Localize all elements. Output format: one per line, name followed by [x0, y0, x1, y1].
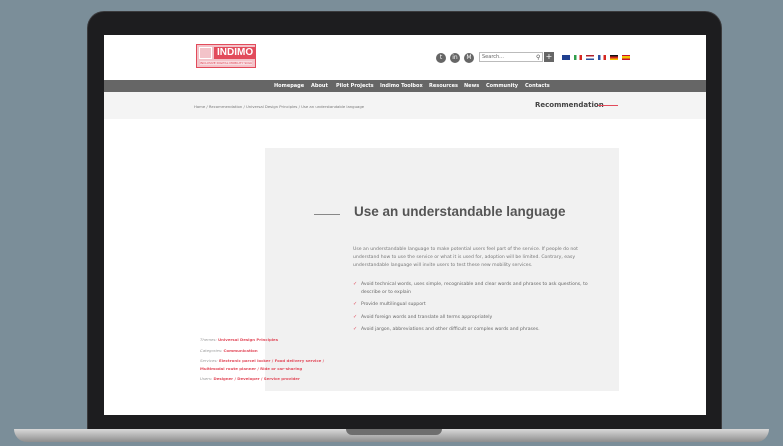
- flag-nl-icon[interactable]: [586, 55, 594, 60]
- meta-label: Services:: [200, 358, 218, 363]
- flag-en-icon[interactable]: [562, 55, 570, 60]
- page-title: Use an understandable language: [354, 204, 566, 219]
- categories-link[interactable]: Communication: [224, 348, 258, 353]
- flag-de-icon[interactable]: [610, 55, 618, 60]
- meta-label: Users:: [200, 376, 213, 381]
- main-nav: Homepage About Pilot Projects Indimo Too…: [104, 80, 706, 92]
- expand-search-button[interactable]: +: [544, 52, 554, 62]
- check-icon: ✓: [353, 326, 358, 332]
- services-links[interactable]: Electronic parcel locker / Food delivery…: [200, 358, 324, 371]
- list-item-text: Provide multilingual support: [361, 302, 426, 307]
- flag-es-icon[interactable]: [622, 55, 630, 60]
- nav-community[interactable]: Community: [486, 80, 518, 92]
- breadcrumb-bar: Home / Recommendation / Universal Design…: [104, 92, 706, 119]
- list-item: ✓ Avoid technical words, uses simple, rec…: [353, 281, 593, 296]
- list-item-text: Avoid foreign words and translate all te…: [361, 314, 493, 320]
- section-title-underline: [598, 105, 618, 106]
- check-icon: ✓: [353, 313, 358, 320]
- meta-label: Themes:: [200, 337, 217, 342]
- check-icon: ✓: [353, 281, 358, 287]
- flag-fr-icon[interactable]: [598, 55, 606, 60]
- site-header: INDIMO INCLUSIVE DIGITAL MOBILITY SOLU T I…: [104, 35, 706, 80]
- meta-services: Services: Electronic parcel locker / Foo…: [200, 357, 340, 372]
- logo-tagline: INCLUSIVE DIGITAL MOBILITY SOLUTIONS: [200, 61, 252, 65]
- list-item-text: Avoid technical words, uses simple, reco…: [361, 282, 588, 295]
- flag-it-icon[interactable]: [574, 55, 582, 60]
- themes-link[interactable]: Universal Design Principles: [218, 337, 278, 342]
- users-links[interactable]: Designer / Developer / Service provider: [213, 376, 299, 381]
- indimo-logo[interactable]: INDIMO INCLUSIVE DIGITAL MOBILITY SOLUTI…: [196, 44, 257, 68]
- article-intro: Use an understandable language to make p…: [353, 247, 578, 268]
- logo-name: INDIMO: [214, 47, 257, 59]
- recommendation-list: ✓ Avoid technical words, uses simple, rec…: [353, 281, 593, 339]
- medium-icon[interactable]: M: [464, 53, 474, 63]
- nav-pilot-projects[interactable]: Pilot Projects: [336, 80, 374, 92]
- breadcrumb[interactable]: Home / Recommendation / Universal Design…: [194, 104, 364, 109]
- title-dash: [314, 214, 340, 215]
- section-title: Recommendation: [535, 101, 604, 109]
- list-item: ✓ Avoid foreign words and translate all t…: [353, 314, 593, 322]
- linkedin-icon[interactable]: in: [450, 53, 460, 63]
- nav-resources[interactable]: Resources: [429, 80, 458, 92]
- article-meta: Themes: Universal Design Principles Cate…: [200, 336, 340, 386]
- list-item: ✓ Avoid jargon, abbreviations and other d…: [353, 326, 593, 334]
- nav-news[interactable]: News: [464, 80, 479, 92]
- logo-mark-icon: [199, 47, 212, 59]
- laptop-notch: [346, 429, 442, 435]
- meta-label: Categories:: [200, 347, 223, 353]
- nav-about[interactable]: About: [311, 80, 328, 92]
- website-screen: INDIMO INCLUSIVE DIGITAL MOBILITY SOLU T I…: [104, 35, 706, 415]
- twitter-icon[interactable]: t: [436, 53, 446, 63]
- nav-contacts[interactable]: Contacts: [525, 80, 550, 92]
- meta-categories: Categories: Communication: [200, 347, 340, 355]
- nav-homepage[interactable]: Homepage: [274, 80, 304, 92]
- list-item-text: Avoid jargon, abbreviations and other di…: [361, 327, 540, 332]
- meta-users: Users: Designer / Developer / Service pr…: [200, 375, 340, 383]
- search-input[interactable]: Search...: [479, 52, 543, 62]
- nav-indimo-toolbox[interactable]: Indimo Toolbox: [380, 80, 423, 92]
- check-icon: ✓: [353, 301, 358, 307]
- meta-themes: Themes: Universal Design Principles: [200, 336, 340, 344]
- list-item: ✓ Provide multilingual support: [353, 301, 593, 309]
